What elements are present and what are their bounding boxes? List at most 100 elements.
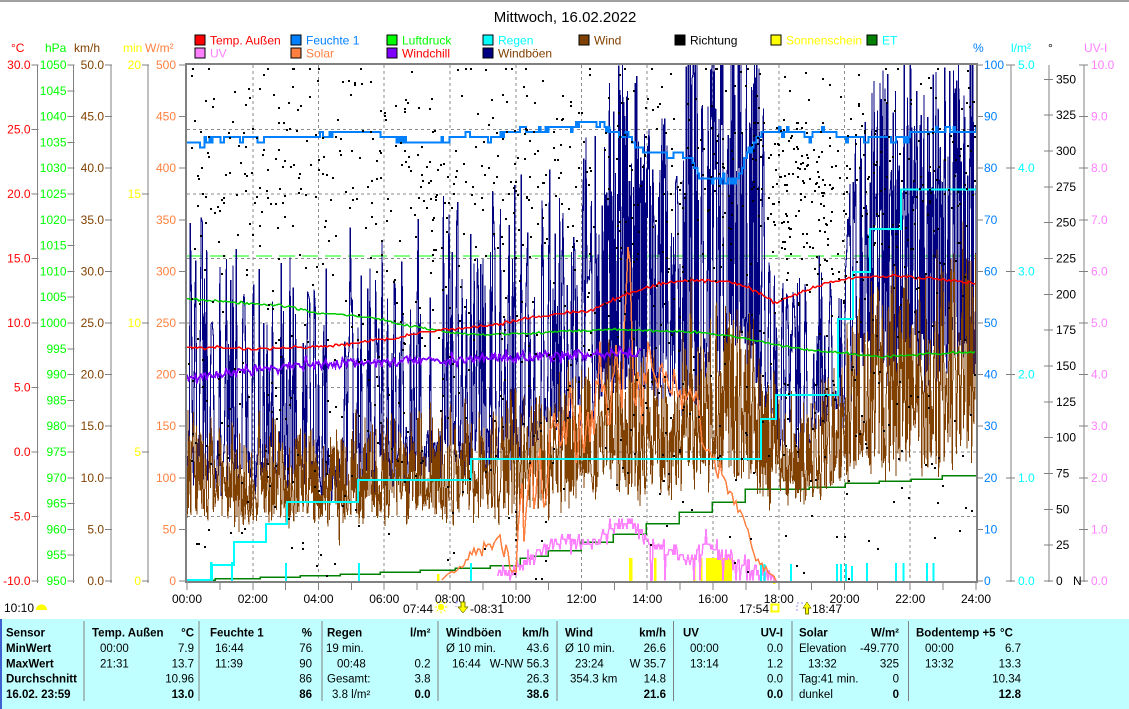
svg-text:25.0: 25.0	[81, 316, 105, 330]
svg-text:16:44: 16:44	[452, 658, 481, 670]
svg-text:8.0: 8.0	[1091, 161, 1108, 175]
svg-text:200: 200	[156, 368, 176, 382]
svg-text:40: 40	[984, 368, 998, 382]
svg-text:Gesamt:: Gesamt:	[327, 674, 370, 686]
svg-text:175: 175	[1056, 323, 1076, 337]
svg-text:985: 985	[46, 393, 66, 407]
svg-text:275: 275	[1056, 180, 1076, 194]
svg-text:150: 150	[156, 419, 176, 433]
svg-text:200: 200	[1056, 287, 1076, 301]
svg-text:15: 15	[128, 187, 142, 201]
svg-text:00:00: 00:00	[925, 643, 954, 655]
svg-text:°: °	[1048, 41, 1053, 55]
svg-text:325: 325	[1056, 108, 1076, 122]
svg-text:10: 10	[128, 316, 142, 330]
svg-text:0.0: 0.0	[1091, 574, 1108, 588]
svg-text:17:54: 17:54	[739, 602, 769, 616]
svg-text:hPa: hPa	[45, 41, 67, 55]
svg-text:1035: 1035	[40, 135, 67, 149]
svg-text:Ø 10 min.: Ø 10 min.	[446, 643, 496, 655]
svg-text:°C: °C	[181, 628, 194, 640]
svg-text:1025: 1025	[40, 187, 67, 201]
svg-text:300: 300	[156, 264, 176, 278]
svg-text:30.0: 30.0	[81, 264, 105, 278]
svg-text:100: 100	[984, 58, 1004, 72]
svg-text:76: 76	[299, 643, 312, 655]
svg-text:Feuchte 1: Feuchte 1	[210, 628, 264, 640]
svg-text:Solar: Solar	[799, 628, 828, 640]
svg-text:38.6: 38.6	[527, 689, 549, 701]
svg-text:970: 970	[46, 471, 66, 485]
svg-text:0: 0	[893, 689, 899, 701]
svg-text:W/m²: W/m²	[871, 628, 899, 640]
svg-text:14:00: 14:00	[632, 592, 662, 606]
svg-text:20: 20	[984, 471, 998, 485]
svg-text:11:39: 11:39	[215, 658, 243, 670]
svg-text:23:24: 23:24	[575, 658, 604, 670]
svg-text:75: 75	[1056, 467, 1070, 481]
svg-text:20.0: 20.0	[81, 368, 105, 382]
svg-text:1000: 1000	[40, 316, 67, 330]
svg-text:990: 990	[46, 368, 66, 382]
svg-text:19 min.: 19 min.	[326, 643, 364, 655]
svg-text:12.8: 12.8	[999, 689, 1022, 701]
svg-text:km/h: km/h	[74, 41, 100, 55]
svg-text:1.2: 1.2	[767, 658, 783, 670]
svg-text:26.6: 26.6	[644, 643, 666, 655]
svg-text:0.0: 0.0	[87, 574, 104, 588]
svg-text:1010: 1010	[40, 264, 67, 278]
svg-text:9.0: 9.0	[1091, 110, 1108, 124]
svg-text:70: 70	[984, 213, 998, 227]
svg-text:0.0: 0.0	[1018, 574, 1035, 588]
svg-text:5.0: 5.0	[87, 522, 104, 536]
svg-text:13:32: 13:32	[925, 658, 954, 670]
svg-text:22:00: 22:00	[895, 592, 925, 606]
svg-text:21:31: 21:31	[100, 658, 129, 670]
svg-text:86: 86	[299, 674, 312, 686]
svg-text:6.7: 6.7	[1005, 643, 1021, 655]
svg-text:Temp. Außen: Temp. Außen	[92, 628, 164, 640]
svg-text:UV-I: UV-I	[761, 628, 783, 640]
svg-text:-10.0: -10.0	[3, 574, 31, 588]
svg-text:Durchschnitt: Durchschnitt	[6, 674, 77, 686]
svg-text:Luftdruck: Luftdruck	[402, 34, 452, 48]
svg-text:Feuchte 1: Feuchte 1	[306, 34, 360, 48]
svg-text:20.0: 20.0	[7, 187, 31, 201]
svg-text:MinWert: MinWert	[6, 643, 51, 655]
svg-text:3.0: 3.0	[1091, 419, 1108, 433]
svg-text:90: 90	[299, 658, 312, 670]
svg-text:06:00: 06:00	[369, 592, 399, 606]
svg-text:16.02. 23:59: 16.02. 23:59	[6, 689, 71, 701]
svg-text:-5.0: -5.0	[10, 510, 31, 524]
svg-text:100: 100	[156, 471, 176, 485]
svg-text:07:44: 07:44	[403, 602, 433, 616]
svg-text:10.0: 10.0	[7, 316, 31, 330]
svg-text:80: 80	[984, 161, 998, 175]
svg-text:10: 10	[984, 522, 998, 536]
svg-text:Temp. Außen: Temp. Außen	[210, 34, 281, 48]
svg-text:min: min	[123, 41, 142, 55]
svg-text:Elevation: Elevation	[799, 643, 846, 655]
svg-text:Windchill: Windchill	[402, 47, 450, 61]
svg-text:2.0: 2.0	[1091, 471, 1108, 485]
svg-text:UV: UV	[683, 628, 699, 640]
svg-text:975: 975	[46, 445, 66, 459]
svg-text:W/m²: W/m²	[145, 41, 174, 55]
svg-text:24:00: 24:00	[961, 592, 991, 606]
svg-text:10.96: 10.96	[165, 674, 194, 686]
svg-text:3.0: 3.0	[1018, 264, 1035, 278]
svg-text:°C: °C	[1000, 628, 1013, 640]
svg-text:1.0: 1.0	[1018, 471, 1035, 485]
svg-text:1040: 1040	[40, 110, 67, 124]
svg-text:00:48: 00:48	[337, 658, 366, 670]
svg-text:7.9: 7.9	[178, 643, 194, 655]
svg-text:50: 50	[163, 522, 177, 536]
svg-text:Windböen: Windböen	[498, 47, 552, 61]
svg-text:km/h: km/h	[522, 628, 549, 640]
svg-text:2.0: 2.0	[1018, 368, 1035, 382]
svg-text:0.0: 0.0	[767, 643, 783, 655]
svg-text:965: 965	[46, 497, 66, 511]
svg-text:Wind: Wind	[565, 628, 593, 640]
svg-text:960: 960	[46, 522, 66, 536]
svg-text:km/h: km/h	[639, 628, 666, 640]
